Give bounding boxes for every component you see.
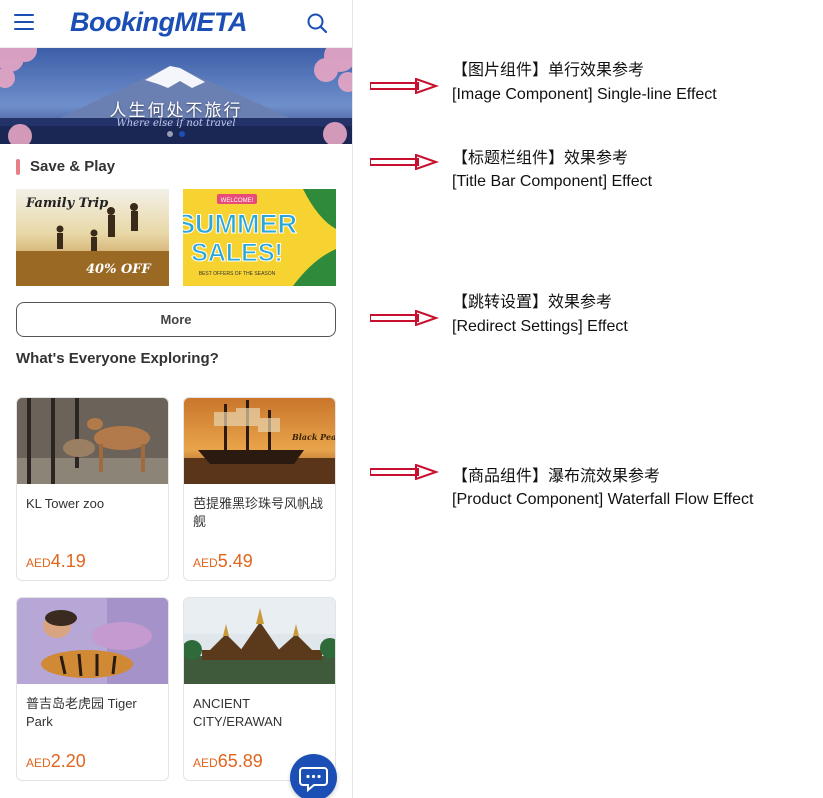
carousel-dot-active[interactable] bbox=[179, 131, 185, 137]
right-arrow-icon bbox=[370, 154, 440, 170]
product-name: 普吉岛老虎园 Tiger Park bbox=[26, 696, 137, 729]
top-header: BookingMETA bbox=[0, 0, 352, 48]
mobile-preview: BookingMETA 人生何处不旅行 Where else if not tr… bbox=[0, 0, 353, 798]
hamburger-menu-icon[interactable] bbox=[14, 14, 34, 32]
svg-text:40% OFF: 40% OFF bbox=[86, 262, 152, 277]
annotation-title-en: [Image Component] Single-line Effect bbox=[452, 86, 717, 103]
right-arrow-icon bbox=[370, 464, 440, 480]
product-card[interactable]: 普吉岛老虎园 Tiger Park AED2.20 bbox=[16, 597, 169, 781]
product-price: AED4.19 bbox=[26, 551, 86, 571]
svg-text:WELCOME!: WELCOME! bbox=[221, 198, 254, 204]
chat-button[interactable] bbox=[290, 754, 337, 798]
product-name: KL Tower zoo bbox=[26, 496, 105, 511]
product-image-kl-tower-zoo bbox=[17, 398, 168, 484]
product-image-black-pearl: Black Pearl bbox=[184, 398, 336, 484]
annotation-title-zh: 【标题栏组件】效果参考 bbox=[452, 150, 629, 167]
search-icon[interactable] bbox=[306, 12, 328, 34]
annotation-title-zh: 【图片组件】单行效果参考 bbox=[452, 62, 645, 79]
svg-text:BEST OFFERS OF THE SEASON: BEST OFFERS OF THE SEASON bbox=[199, 271, 276, 277]
product-card[interactable]: KL Tower zoo AED4.19 bbox=[16, 397, 169, 581]
annotation-title-en: [Title Bar Component] Effect bbox=[452, 173, 653, 190]
svg-text:SUMMER: SUMMER bbox=[183, 209, 297, 239]
svg-text:SALES!: SALES! bbox=[191, 239, 283, 267]
product-name: 芭提雅黑珍珠号风帆战舰 bbox=[193, 496, 324, 529]
product-card[interactable]: Black Pearl 芭提雅黑珍珠号风帆战舰 AED5.49 bbox=[183, 397, 336, 581]
svg-text:Family Trip: Family Trip bbox=[25, 196, 108, 211]
promo-summer-sales[interactable]: WELCOME! SUMMER SALES! BEST OFFERS OF TH… bbox=[183, 189, 336, 286]
explore-heading: What's Everyone Exploring? bbox=[16, 350, 219, 367]
product-name: ANCIENT CITY/ERAWAN bbox=[193, 696, 283, 729]
product-image-tiger-park bbox=[17, 598, 168, 684]
annotation-title-en: [Product Component] Waterfall Flow Effec… bbox=[452, 491, 754, 508]
title-accent-bar bbox=[16, 159, 20, 175]
annotation-title-zh: 【商品组件】瀑布流效果参考 bbox=[452, 468, 661, 485]
product-image-ancient-city bbox=[184, 598, 335, 684]
chat-bubble-icon bbox=[299, 767, 328, 793]
promo-family-trip[interactable]: Family Trip 40% OFF bbox=[16, 189, 169, 286]
svg-text:Black Pearl: Black Pearl bbox=[291, 432, 336, 442]
product-price: AED5.49 bbox=[193, 551, 253, 571]
summer-sales-image: WELCOME! SUMMER SALES! BEST OFFERS OF TH… bbox=[183, 189, 336, 286]
site-logo[interactable]: BookingMETA bbox=[70, 7, 247, 38]
annotation-title-zh: 【跳转设置】效果参考 bbox=[452, 294, 613, 311]
section-title: Save & Play bbox=[30, 158, 116, 175]
right-arrow-icon bbox=[370, 78, 440, 94]
carousel-dot[interactable] bbox=[167, 131, 173, 137]
family-trip-image: Family Trip 40% OFF bbox=[16, 189, 169, 286]
product-price: AED2.20 bbox=[26, 751, 86, 771]
more-button[interactable]: More bbox=[16, 302, 336, 337]
right-arrow-icon bbox=[370, 310, 440, 326]
annotation-title-en: [Redirect Settings] Effect bbox=[452, 318, 628, 335]
carousel-indicator bbox=[0, 124, 352, 142]
product-price: AED65.89 bbox=[193, 751, 263, 771]
